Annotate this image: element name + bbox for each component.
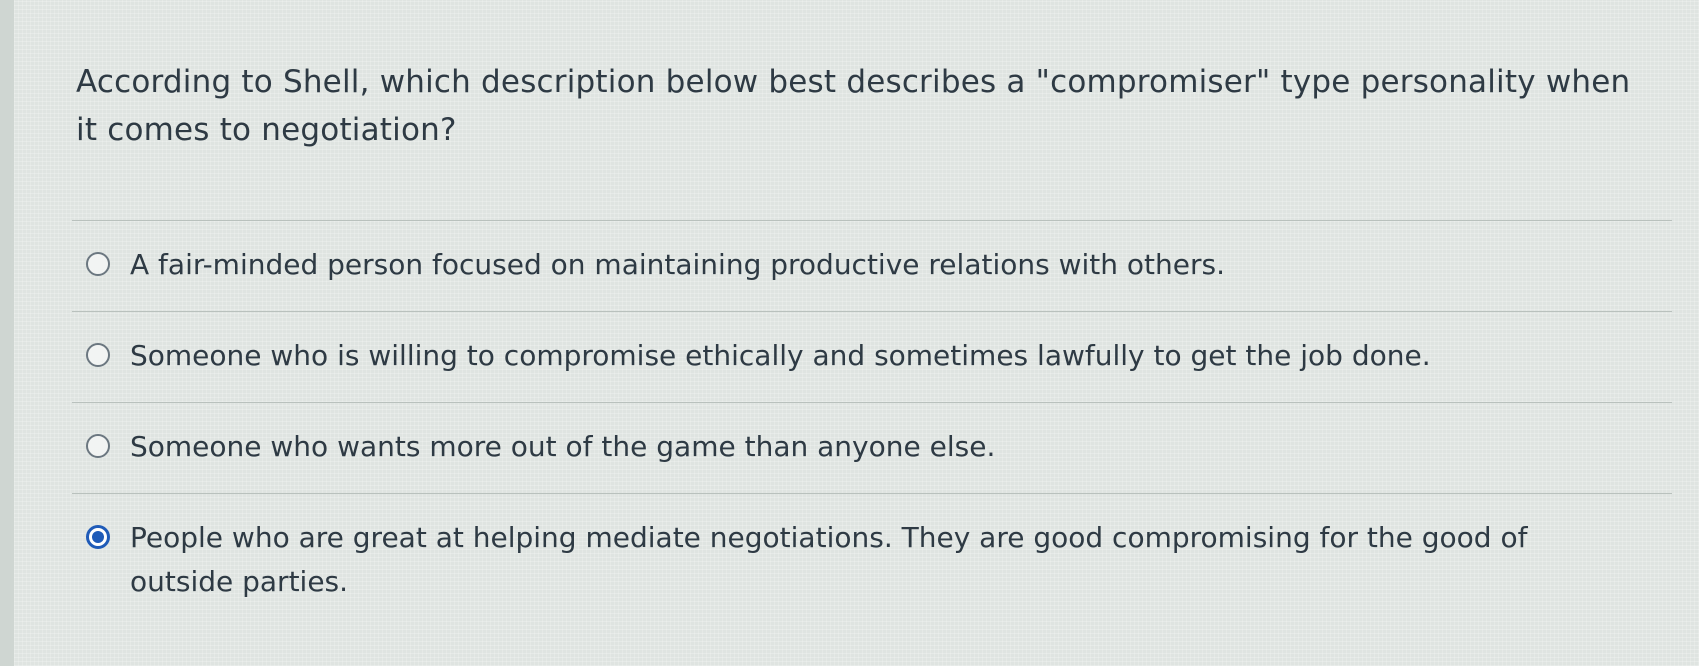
answer-option-2[interactable]: Someone who is willing to compromise eth… bbox=[72, 312, 1672, 402]
radio-button-unselected[interactable] bbox=[86, 343, 110, 367]
answer-label-2[interactable]: Someone who is willing to compromise eth… bbox=[130, 334, 1431, 378]
answer-option-4[interactable]: People who are great at helping mediate … bbox=[72, 494, 1672, 624]
radio-button-selected[interactable] bbox=[86, 525, 110, 549]
radio-button-unselected[interactable] bbox=[86, 434, 110, 458]
answer-list: A fair-minded person focused on maintain… bbox=[72, 220, 1672, 624]
answer-label-1[interactable]: A fair-minded person focused on maintain… bbox=[130, 243, 1225, 287]
answer-label-3[interactable]: Someone who wants more out of the game t… bbox=[130, 425, 995, 469]
answer-label-4[interactable]: People who are great at helping mediate … bbox=[130, 516, 1620, 604]
answer-option-1[interactable]: A fair-minded person focused on maintain… bbox=[72, 221, 1672, 311]
question-text: According to Shell, which description be… bbox=[76, 64, 1631, 148]
radio-button-unselected[interactable] bbox=[86, 252, 110, 276]
answer-option-3[interactable]: Someone who wants more out of the game t… bbox=[72, 403, 1672, 493]
quiz-question-panel: According to Shell, which description be… bbox=[0, 0, 1699, 666]
